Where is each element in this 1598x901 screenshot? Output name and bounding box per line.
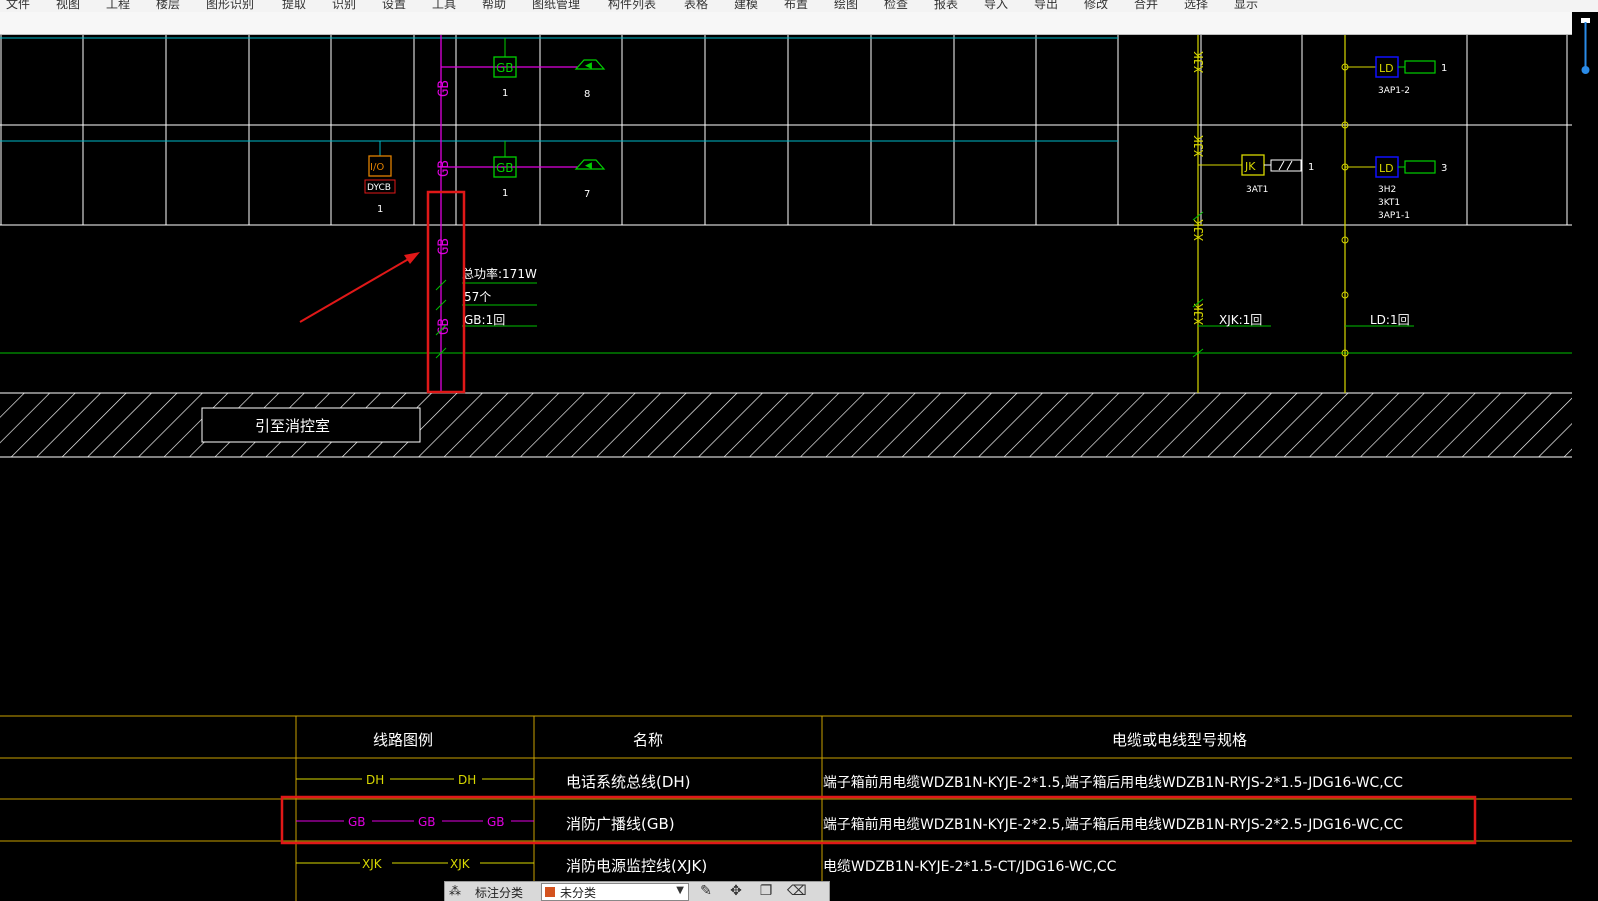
menu-item[interactable]: 视图 [56, 0, 80, 12]
red-arrow-head [404, 252, 420, 264]
ld-module-label: LD [1379, 62, 1394, 75]
toolbar-grip-icon[interactable]: ⁂ [449, 884, 461, 898]
jk-module-label: JK [1244, 160, 1256, 173]
gb-module-count: 1 [502, 188, 508, 199]
circuit-note: GB:1回 [464, 313, 505, 327]
cad-drawing-canvas[interactable]: GB GB GB GB GB 1 ◀ 8 GB 1 ◀ 7 I/O DYCB 1… [0, 35, 1572, 901]
ld-device-icon [1404, 160, 1436, 174]
chevron-down-icon: ▼ [676, 885, 684, 896]
xjk-vertical-tag: XJK [1192, 135, 1206, 157]
ld2-tag: 3AP1-1 [1378, 211, 1410, 221]
annotation-category-select[interactable]: 未分类 ▼ [541, 883, 689, 901]
menu-item[interactable]: 文件 [6, 0, 30, 12]
legend-header-name: 名称 [633, 731, 663, 749]
ld2-tag: 3H2 [1378, 185, 1396, 195]
scroll-thumb-icon[interactable] [1572, 12, 1598, 82]
ld-circuit-note: LD:1回 [1370, 313, 1410, 327]
category-color-swatch [545, 887, 555, 897]
io-count: 1 [377, 204, 383, 215]
legend-xjk-spec: 电缆WDZB1N-KYJE-2*1.5-CT/JDG16-WC,CC [823, 859, 1117, 875]
menu-item[interactable]: 表格 [684, 0, 708, 12]
ld2-count: 3 [1441, 163, 1447, 174]
annotation-category-label: 标注分类 [475, 886, 524, 900]
xjk-circuit-note: XJK:1回 [1219, 313, 1262, 327]
speaker-count: 8 [584, 89, 590, 100]
speaker-count: 7 [584, 189, 590, 200]
annotation-toolbar: ⁂ 标注分类 未分类 ▼ ✎ ✥ ❐ ⌫ [444, 881, 830, 901]
jk-count: 1 [1308, 162, 1314, 173]
category-selected-value: 未分类 [560, 886, 597, 900]
menu-item[interactable]: 识别 [332, 0, 356, 12]
legend-gb-symbol: GB [418, 815, 436, 829]
legend-table-grid [0, 715, 1572, 901]
menu-item[interactable]: 显示 [1234, 0, 1258, 12]
menu-item[interactable]: 布置 [784, 0, 808, 12]
menu-item[interactable]: 图纸管理 [532, 0, 580, 12]
cyan-bus-lines [0, 37, 1118, 142]
ld1-tag: 3AP1-2 [1378, 86, 1410, 96]
vertical-scrollbar[interactable] [1572, 12, 1598, 901]
move-icon[interactable]: ✥ [727, 883, 745, 900]
control-room-label: 引至消控室 [255, 417, 330, 435]
delete-icon[interactable]: ⌫ [787, 883, 807, 900]
legend-dh-spec: 端子箱前用电缆WDZB1N-KYJE-2*1.5,端子箱后用电线WDZB1N-R… [823, 774, 1403, 791]
ld-device-icon [1404, 60, 1436, 74]
xjk-vertical-tag: XJK [1192, 219, 1206, 241]
edit-icon[interactable]: ✎ [697, 883, 715, 900]
menu-item[interactable]: 图形识别 [206, 0, 254, 12]
menu-item[interactable]: 绘图 [834, 0, 858, 12]
menu-item[interactable]: 设置 [382, 0, 406, 12]
speaker-icon-glyph: ◀ [585, 61, 592, 71]
menu-item[interactable]: 导出 [1034, 0, 1058, 12]
power-note: 总功率:171W [462, 266, 537, 281]
legend-dh-name: 电话系统总线(DH) [566, 773, 691, 791]
speaker-icon-glyph: ◀ [585, 161, 592, 171]
red-arrow-shaft [299, 256, 413, 323]
io-tag: DYCB [367, 183, 391, 193]
legend-xjk-symbol: XJK [362, 857, 383, 871]
count-note: 57个 [464, 290, 491, 304]
gb-module-count: 1 [502, 88, 508, 99]
copy-icon[interactable]: ❐ [757, 883, 775, 900]
gb-vertical-tag: GB [436, 80, 452, 97]
legend-gb-name: 消防广播线(GB) [566, 815, 675, 833]
menu-item[interactable]: 报表 [934, 0, 958, 12]
menu-item[interactable]: 楼层 [156, 0, 180, 12]
legend-gb-symbol: GB [487, 815, 505, 829]
gb-module-label: GB [496, 61, 514, 75]
menu-item[interactable]: 帮助 [482, 0, 506, 12]
red-highlight-box [426, 190, 466, 394]
legend-dh-symbol: DH [366, 773, 384, 787]
legend-gb-spec: 端子箱前用电缆WDZB1N-KYJE-2*2.5,端子箱后用电线WDZB1N-R… [823, 816, 1403, 833]
ld-module-label: LD [1379, 162, 1394, 175]
drawing-tab-strip [0, 12, 1598, 35]
sensor-icon-hatch [1278, 160, 1293, 171]
menu-item[interactable]: 提取 [282, 0, 306, 12]
menu-item[interactable]: 工具 [432, 0, 456, 12]
legend-xjk-symbol: XJK [450, 857, 471, 871]
gb-module-label: GB [496, 161, 514, 175]
legend-header-symbol: 线路图例 [373, 731, 433, 749]
xjk-vertical-tag: XJK [1192, 51, 1206, 73]
io-module-label: I/O [370, 162, 384, 173]
menu-item[interactable]: 工程 [106, 0, 130, 12]
gb-vertical-tag: GB [436, 238, 452, 255]
jk-tag: 3AT1 [1246, 185, 1268, 195]
sensor-icon [1270, 159, 1302, 172]
menu-item[interactable]: 修改 [1084, 0, 1108, 12]
menu-item[interactable]: 合并 [1134, 0, 1158, 12]
legend-xjk-name: 消防电源监控线(XJK) [566, 857, 707, 875]
gb-vertical-tag: GB [436, 160, 452, 177]
menu-item[interactable]: 构件列表 [608, 0, 656, 12]
ld1-count: 1 [1441, 63, 1447, 74]
grid-frame [0, 35, 1572, 226]
ld2-tag: 3KT1 [1378, 198, 1400, 208]
menu-item[interactable]: 导入 [984, 0, 1008, 12]
menu-item[interactable]: 建模 [734, 0, 758, 12]
legend-gb-symbol: GB [348, 815, 366, 829]
menu-item[interactable]: 选择 [1184, 0, 1208, 12]
legend-header-spec: 电缆或电线型号规格 [1112, 731, 1247, 749]
legend-dh-symbol: DH [458, 773, 476, 787]
menu-item[interactable]: 检查 [884, 0, 908, 12]
